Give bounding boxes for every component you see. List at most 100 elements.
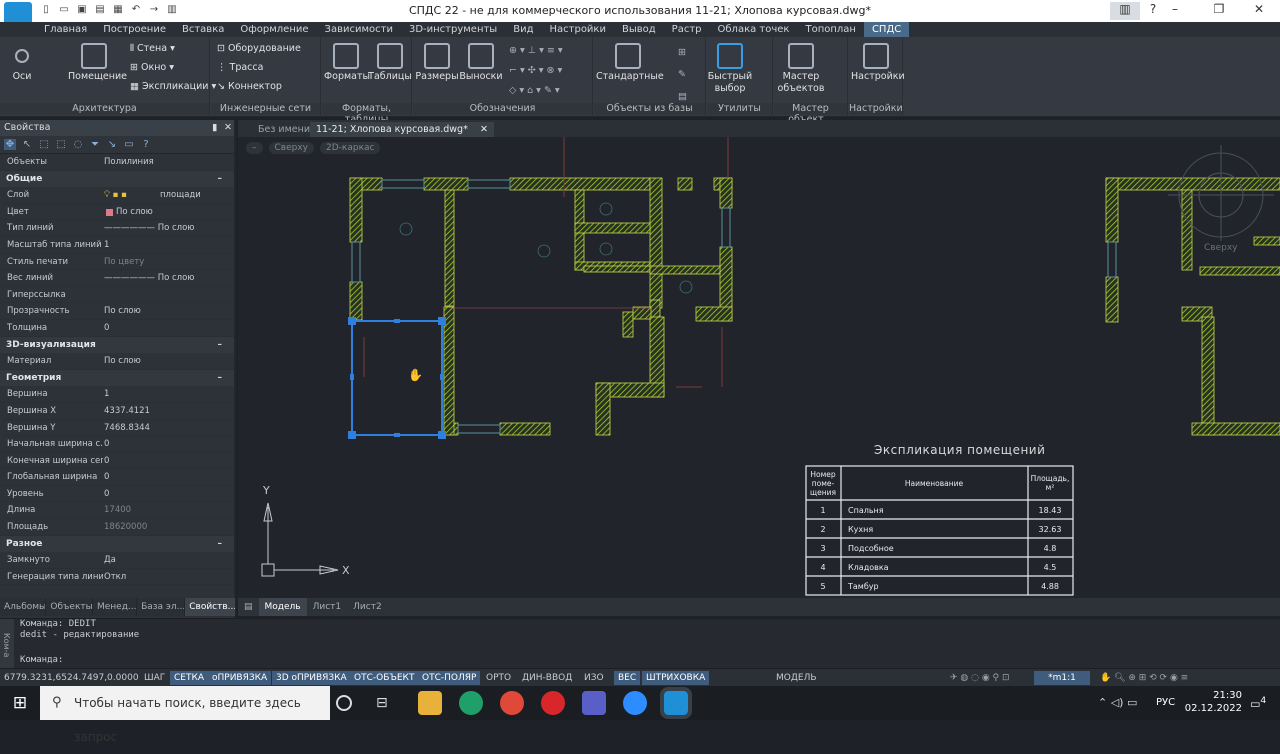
- property-value[interactable]: По слою: [104, 353, 141, 370]
- language-indicator[interactable]: РУС: [1152, 696, 1179, 710]
- tab-settings[interactable]: Настройки: [542, 22, 614, 37]
- filter-icon[interactable]: ⏷: [89, 139, 101, 150]
- pin-icon[interactable]: ▮: [212, 120, 217, 136]
- pick-icon[interactable]: ↖: [21, 139, 33, 150]
- chrome-icon[interactable]: [500, 691, 524, 715]
- status-tools[interactable]: ✈ ◍ ◌ ◉ ⚲ ⊡: [946, 671, 1014, 685]
- property-value[interactable]: площади: [160, 187, 201, 204]
- tab-albums[interactable]: Альбомы: [0, 598, 47, 616]
- notifications-icon[interactable]: ▭4: [1246, 694, 1270, 711]
- cortana-icon[interactable]: [336, 695, 352, 711]
- property-row[interactable]: Гиперссылка: [0, 287, 234, 304]
- designation-tools[interactable]: ⊕ ▾ ⊥ ▾ ≡ ▾: [509, 45, 563, 56]
- section-3d-visualization[interactable]: 3D-визуализация –: [0, 336, 234, 354]
- status-snap[interactable]: ШАГ: [140, 671, 169, 685]
- clock[interactable]: 21:30 02.12.2022: [1185, 689, 1242, 715]
- section-geometry[interactable]: Геометрия –: [0, 369, 234, 387]
- tray-icons[interactable]: ⌃ ◁) ▭: [1094, 696, 1141, 710]
- callouts-button[interactable]: Выноски: [459, 43, 503, 83]
- cad-app-icon[interactable]: [660, 687, 692, 719]
- property-row[interactable]: Уровень 0: [0, 486, 234, 503]
- window-select-icon[interactable]: ⬚: [38, 139, 50, 150]
- tab-constraints[interactable]: Зависимости: [317, 22, 401, 37]
- select-objects-icon[interactable]: ✥: [4, 139, 16, 150]
- teams-icon[interactable]: [582, 691, 606, 715]
- tab-build[interactable]: Построение: [95, 22, 174, 37]
- tab-output[interactable]: Вывод: [614, 22, 664, 37]
- edge-icon[interactable]: [459, 691, 483, 715]
- quick-select-button[interactable]: Быстрый выбор: [707, 43, 753, 95]
- tab-properties[interactable]: Свойств...: [185, 598, 236, 616]
- master-objects-button[interactable]: Мастер объектов: [776, 43, 826, 95]
- property-value[interactable]: 18620000: [104, 519, 147, 536]
- command-line-handle[interactable]: Ком-а: [0, 619, 14, 669]
- navigation-tools[interactable]: ✋ 🔍︎ ⊕ ⊞ ⟲ ⟳ ◉ ≡: [1096, 671, 1192, 685]
- property-value[interactable]: 0: [104, 436, 109, 453]
- property-row[interactable]: Вершина X 4337.4121: [0, 403, 234, 420]
- objects-tools[interactable]: ⊞ ✎ ▤: [678, 47, 687, 102]
- doc-tab-unnamed[interactable]: Без имени0: [252, 122, 310, 137]
- close-panel-icon[interactable]: ✕: [224, 120, 232, 136]
- windows-start-icon[interactable]: ⊞: [0, 686, 40, 720]
- room-button[interactable]: Помещение: [68, 43, 127, 83]
- property-value[interactable]: 0: [104, 453, 109, 470]
- formats-button[interactable]: Форматы: [324, 43, 370, 83]
- minimize-button[interactable]: –: [1160, 2, 1190, 20]
- tab-home[interactable]: Главная: [36, 22, 95, 37]
- objects-row[interactable]: Объекты Полилиния: [0, 154, 234, 171]
- route-button[interactable]: ⋮ Трасса: [217, 62, 263, 73]
- settings-button[interactable]: Настройки: [851, 43, 905, 83]
- tables-button[interactable]: Таблицы: [368, 43, 412, 83]
- standard-button[interactable]: Стандартные: [596, 43, 664, 83]
- tab-spds[interactable]: СПДС: [863, 22, 910, 37]
- zoom-icon[interactable]: [623, 691, 647, 715]
- property-row[interactable]: Вершина Y 7468.8344: [0, 420, 234, 437]
- status-iso[interactable]: ИЗО: [580, 671, 608, 685]
- property-row[interactable]: Тип линий —————— По слою: [0, 220, 234, 237]
- status-osnap[interactable]: оПРИВЯЗКА: [208, 671, 272, 685]
- app-menu-icon[interactable]: ▥: [1110, 2, 1140, 20]
- taskbar-search[interactable]: ⚲ Чтобы начать поиск, введите здесь запро…: [40, 686, 330, 744]
- property-row[interactable]: Материал По слою: [0, 353, 234, 370]
- section-general[interactable]: Общие –: [0, 170, 234, 188]
- property-value[interactable]: —————— По слою: [104, 270, 194, 287]
- equipment-button[interactable]: ⊡ Оборудование: [217, 43, 301, 54]
- close-button[interactable]: ✕: [1244, 2, 1274, 20]
- property-value[interactable]: 17400: [104, 502, 131, 519]
- tab-topoplan[interactable]: Топоплан: [797, 22, 863, 37]
- explication-button[interactable]: ▦ Экспликации ▾: [130, 81, 216, 92]
- status-lineweight[interactable]: ВЕС: [614, 671, 641, 685]
- annotation-scale[interactable]: *m1:1: [1034, 671, 1090, 685]
- tab-sheet2[interactable]: Лист2: [347, 598, 388, 616]
- property-row[interactable]: Длина 17400: [0, 502, 234, 520]
- tab-model[interactable]: Модель: [258, 598, 307, 616]
- status-model[interactable]: МОДЕЛЬ: [772, 671, 821, 685]
- status-hatch[interactable]: ШТРИХОВКА: [642, 671, 710, 685]
- wall-button[interactable]: ⫴ Стена ▾: [130, 43, 175, 54]
- property-value[interactable]: Откл: [104, 569, 126, 586]
- property-row[interactable]: Толщина 0: [0, 320, 234, 337]
- property-row[interactable]: Стиль печати По цвету: [0, 254, 234, 271]
- maximize-button[interactable]: ❐: [1204, 2, 1234, 20]
- property-value[interactable]: По цвету: [104, 254, 144, 271]
- property-value[interactable]: По слою: [116, 204, 153, 221]
- section-misc[interactable]: Разное –: [0, 535, 234, 553]
- property-row[interactable]: Глобальная ширина 0: [0, 469, 234, 486]
- property-value[interactable]: Да: [104, 552, 116, 569]
- sizes-button[interactable]: Размеры: [415, 43, 459, 83]
- status-ortho[interactable]: ОРТО: [482, 671, 515, 685]
- deselect-icon[interactable]: ↘: [106, 139, 118, 150]
- status-3d-osnap[interactable]: 3D оПРИВЯЗКА: [272, 671, 351, 685]
- property-value[interactable]: —————— По слою: [104, 220, 194, 237]
- property-row[interactable]: Вершина 1: [0, 386, 234, 403]
- tab-manager[interactable]: Менед...: [93, 598, 138, 616]
- tab-raster[interactable]: Растр: [664, 22, 710, 37]
- crossing-select-icon[interactable]: ⬚: [55, 139, 67, 150]
- tab-database[interactable]: База эл...: [137, 598, 186, 616]
- designation-tools-2[interactable]: ⌐ ▾ ✣ ▾ ⊗ ▾: [509, 65, 562, 76]
- tab-annotate[interactable]: Оформление: [232, 22, 316, 37]
- property-row[interactable]: Прозрачность По слою: [0, 303, 234, 320]
- property-value[interactable]: 1: [104, 386, 109, 403]
- status-polar[interactable]: ОТС-ПОЛЯР: [418, 671, 481, 685]
- command-prompt[interactable]: Команда:: [20, 655, 63, 665]
